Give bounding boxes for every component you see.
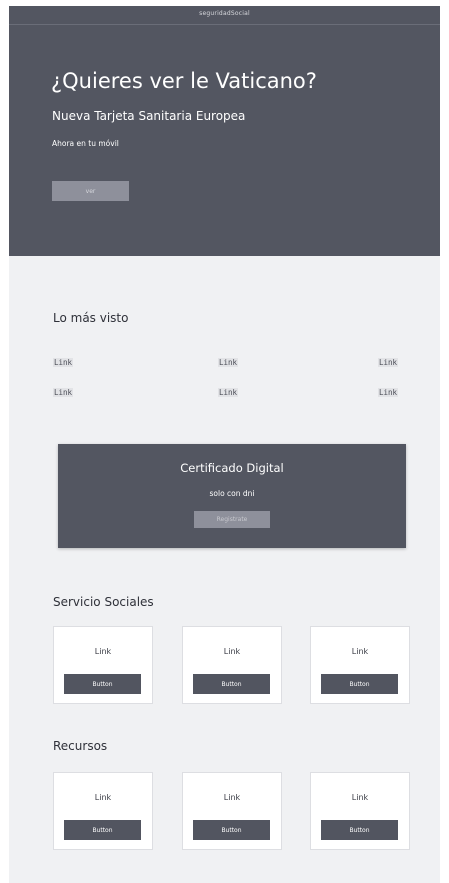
card-link[interactable]: Link <box>183 793 281 802</box>
card-link[interactable]: Link <box>54 793 152 802</box>
card-button[interactable]: Button <box>193 674 270 694</box>
most-viewed-link[interactable]: Link <box>53 388 74 397</box>
card-button[interactable]: Button <box>64 674 141 694</box>
service-card: Link Button <box>53 626 153 704</box>
resource-card: Link Button <box>310 772 410 850</box>
certificate-title: Certificado Digital <box>180 461 284 475</box>
page: seguridadSocial ¿Quieres ver le Vaticano… <box>9 6 440 883</box>
resource-card: Link Button <box>53 772 153 850</box>
resource-card: Link Button <box>182 772 282 850</box>
most-viewed-title: Lo más visto <box>53 311 129 325</box>
card-link[interactable]: Link <box>311 647 409 656</box>
register-button[interactable]: Registrate <box>194 511 270 528</box>
card-button[interactable]: Button <box>193 820 270 840</box>
card-button[interactable]: Button <box>321 820 398 840</box>
resources-title: Recursos <box>53 739 108 753</box>
card-button[interactable]: Button <box>321 674 398 694</box>
card-link[interactable]: Link <box>311 793 409 802</box>
site-name[interactable]: seguridadSocial <box>9 10 440 17</box>
social-services-title: Servicio Sociales <box>53 595 154 609</box>
certificate-card: Certificado Digital solo con dni Registr… <box>58 444 406 548</box>
hero-subtitle: Nueva Tarjeta Sanitaria Europea <box>52 109 246 123</box>
hero-text: Ahora en tu móvil <box>52 139 119 148</box>
most-viewed-link[interactable]: Link <box>218 388 239 397</box>
certificate-text: solo con dni <box>209 489 255 498</box>
service-card: Link Button <box>310 626 410 704</box>
hero-banner: seguridadSocial ¿Quieres ver le Vaticano… <box>9 6 440 256</box>
top-bar: seguridadSocial <box>9 6 440 25</box>
service-card: Link Button <box>182 626 282 704</box>
ver-button[interactable]: ver <box>52 181 129 201</box>
card-button[interactable]: Button <box>64 820 141 840</box>
most-viewed-link[interactable]: Link <box>378 358 399 367</box>
most-viewed-link[interactable]: Link <box>378 388 399 397</box>
most-viewed-link[interactable]: Link <box>218 358 239 367</box>
most-viewed-link[interactable]: Link <box>53 358 74 367</box>
card-link[interactable]: Link <box>54 647 152 656</box>
hero-title: ¿Quieres ver le Vaticano? <box>51 69 317 93</box>
card-link[interactable]: Link <box>183 647 281 656</box>
